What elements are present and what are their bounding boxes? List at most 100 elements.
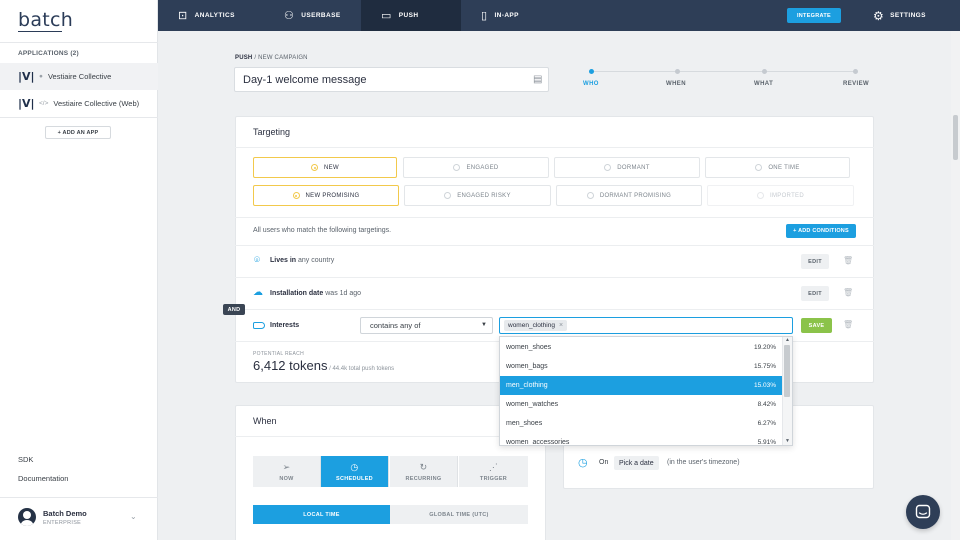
step-what-dot [762, 69, 767, 74]
option-pct: 19.20% [753, 344, 776, 351]
trash-icon[interactable]: 🗑 [843, 288, 853, 297]
apple-icon: ● [39, 73, 43, 80]
chart-icon: ⊡ [178, 10, 188, 22]
segment-imported: IMPORTED [707, 185, 854, 206]
segment-dormant-promising[interactable]: DORMANT PROMISING [556, 185, 702, 206]
step-who[interactable]: WHO [583, 81, 599, 87]
option-pct: 15.75% [753, 363, 776, 370]
settings-button[interactable]: ⚙ SETTINGS [873, 0, 926, 31]
step-when[interactable]: WHEN [666, 81, 686, 87]
campaign-name-input[interactable]: Day-1 welcome message [234, 67, 549, 92]
segment-engaged-risky[interactable]: ENGAGED RISKY [404, 185, 551, 206]
users-icon: ⚇ [284, 10, 295, 22]
app-logo-icon: |V| [18, 70, 35, 83]
gear-icon: ⚙ [873, 8, 885, 23]
dropdown-option-women-bags[interactable]: women_bags 15.75% [500, 357, 783, 376]
step-review[interactable]: REVIEW [843, 81, 869, 87]
sdk-link[interactable]: SDK [18, 455, 33, 464]
when-tab-trigger[interactable]: ⋰ TRIGGER [459, 456, 528, 487]
trash-icon[interactable]: 🗑 [843, 320, 853, 329]
sidebar-divider [0, 497, 158, 498]
radio-icon [604, 164, 612, 171]
add-app-button[interactable]: + ADD AN APP [45, 126, 111, 139]
nav-push[interactable]: ▭ PUSH [361, 0, 461, 31]
breadcrumb-root[interactable]: PUSH [235, 55, 252, 61]
option-name: women_watches [506, 401, 559, 408]
save-button[interactable]: SAVE [801, 318, 832, 333]
batch-logo[interactable]: batch [18, 9, 73, 31]
segment-new-promising[interactable]: NEW PROMISING [253, 185, 399, 206]
targeting-title: Targeting [253, 127, 291, 137]
segment-engaged[interactable]: ENGAGED [403, 157, 549, 178]
close-icon[interactable]: × [559, 322, 563, 329]
on-label: On [599, 459, 609, 466]
scroll-down-icon[interactable]: ▼ [785, 438, 790, 444]
and-badge: AND [223, 304, 245, 315]
step-what[interactable]: WHAT [754, 81, 773, 87]
dropdown-scroll-thumb[interactable] [784, 345, 790, 397]
chat-button[interactable] [906, 495, 940, 529]
interest-tag[interactable]: women_clothing × [504, 320, 568, 331]
trash-icon[interactable]: 🗑 [843, 256, 853, 265]
dropdown-option-women-accessories[interactable]: women_accessories 5.91% [500, 433, 783, 445]
documentation-link[interactable]: Documentation [18, 474, 68, 483]
dropdown-option-men-clothing[interactable]: men_clothing 15.03% [500, 376, 783, 395]
signal-icon: ⋰ [488, 461, 499, 472]
message-icon: ▭ [381, 10, 392, 22]
segment-dormant[interactable]: DORMANT [554, 157, 700, 178]
interests-label: Interests [270, 322, 300, 329]
tag-icon [253, 322, 265, 329]
tab-label: NOW [279, 475, 294, 482]
option-name: men_clothing [506, 382, 548, 389]
nav-userbase[interactable]: ⚇ USERBASE [264, 0, 368, 31]
interests-dropdown: women_shoes 19.20% women_bags 15.75% men_c… [499, 336, 793, 446]
when-tab-recurring[interactable]: ↻ RECURRING [390, 456, 458, 487]
radio-icon [757, 192, 765, 199]
global-time-tab[interactable]: GLOBAL TIME (UTC) [390, 505, 528, 524]
nav-analytics[interactable]: ⊡ ANALYTICS [158, 0, 260, 31]
when-tab-scheduled[interactable]: ◷ SCHEDULED [321, 456, 389, 487]
card-divider [235, 147, 874, 148]
segment-label: ENGAGED [466, 164, 499, 171]
pick-date-button[interactable]: Pick a date [614, 456, 659, 470]
potential-reach-value: 6,412 tokens / 44.4k total push tokens [253, 358, 394, 373]
edit-button[interactable]: EDIT [801, 286, 829, 301]
sidebar-divider [0, 42, 158, 43]
integrate-button[interactable]: INTEGRATE [787, 8, 841, 23]
page-scroll-thumb[interactable] [953, 115, 958, 160]
local-time-tab[interactable]: LOCAL TIME [253, 505, 390, 524]
add-conditions-button[interactable]: + ADD CONDITIONS [786, 224, 856, 238]
user-name[interactable]: Batch Demo [43, 509, 87, 518]
dropdown-option-women-watches[interactable]: women_watches 8.42% [500, 395, 783, 414]
caret-down-icon[interactable]: ▼ [481, 322, 487, 328]
tab-label: RECURRING [405, 475, 442, 482]
nav-in-app[interactable]: ▯ IN-APP [461, 0, 563, 31]
row-divider [235, 277, 874, 278]
row-divider [235, 309, 874, 310]
avatar[interactable] [18, 508, 36, 526]
when-tab-now[interactable]: ➢ NOW [253, 456, 321, 487]
scroll-up-icon[interactable]: ▲ [785, 337, 790, 343]
segment-label: ONE TIME [768, 164, 800, 171]
chevron-down-icon[interactable]: ⌄ [130, 512, 137, 521]
segment-new[interactable]: NEW [253, 157, 397, 178]
segment-label: IMPORTED [770, 192, 804, 199]
dropdown-option-men-shoes[interactable]: men_shoes 6.27% [500, 414, 783, 433]
edit-button[interactable]: EDIT [801, 254, 829, 269]
operator-select[interactable]: contains any of [360, 317, 493, 334]
nav-label: USERBASE [301, 12, 341, 19]
option-name: women_shoes [506, 344, 552, 351]
segment-one-time[interactable]: ONE TIME [705, 157, 850, 178]
dropdown-option-women-shoes[interactable]: women_shoes 19.20% [500, 338, 783, 357]
step-review-dot [853, 69, 858, 74]
sidebar-app-vestiaire-ios[interactable]: |V| ● Vestiaire Collective [0, 63, 158, 90]
sidebar-app-vestiaire-web[interactable]: |V| </> Vestiaire Collective (Web) [0, 90, 158, 117]
step-when-dot [675, 69, 680, 74]
step-who-dot [589, 69, 594, 74]
id-card-icon[interactable]: ▤ [533, 74, 542, 85]
timezone-note: (in the user's timezone) [667, 459, 740, 466]
nav-label: ANALYTICS [194, 12, 235, 19]
page-scrollbar[interactable] [951, 31, 960, 540]
segment-label: DORMANT [617, 164, 650, 171]
location-icon: ⌾ [254, 255, 260, 266]
